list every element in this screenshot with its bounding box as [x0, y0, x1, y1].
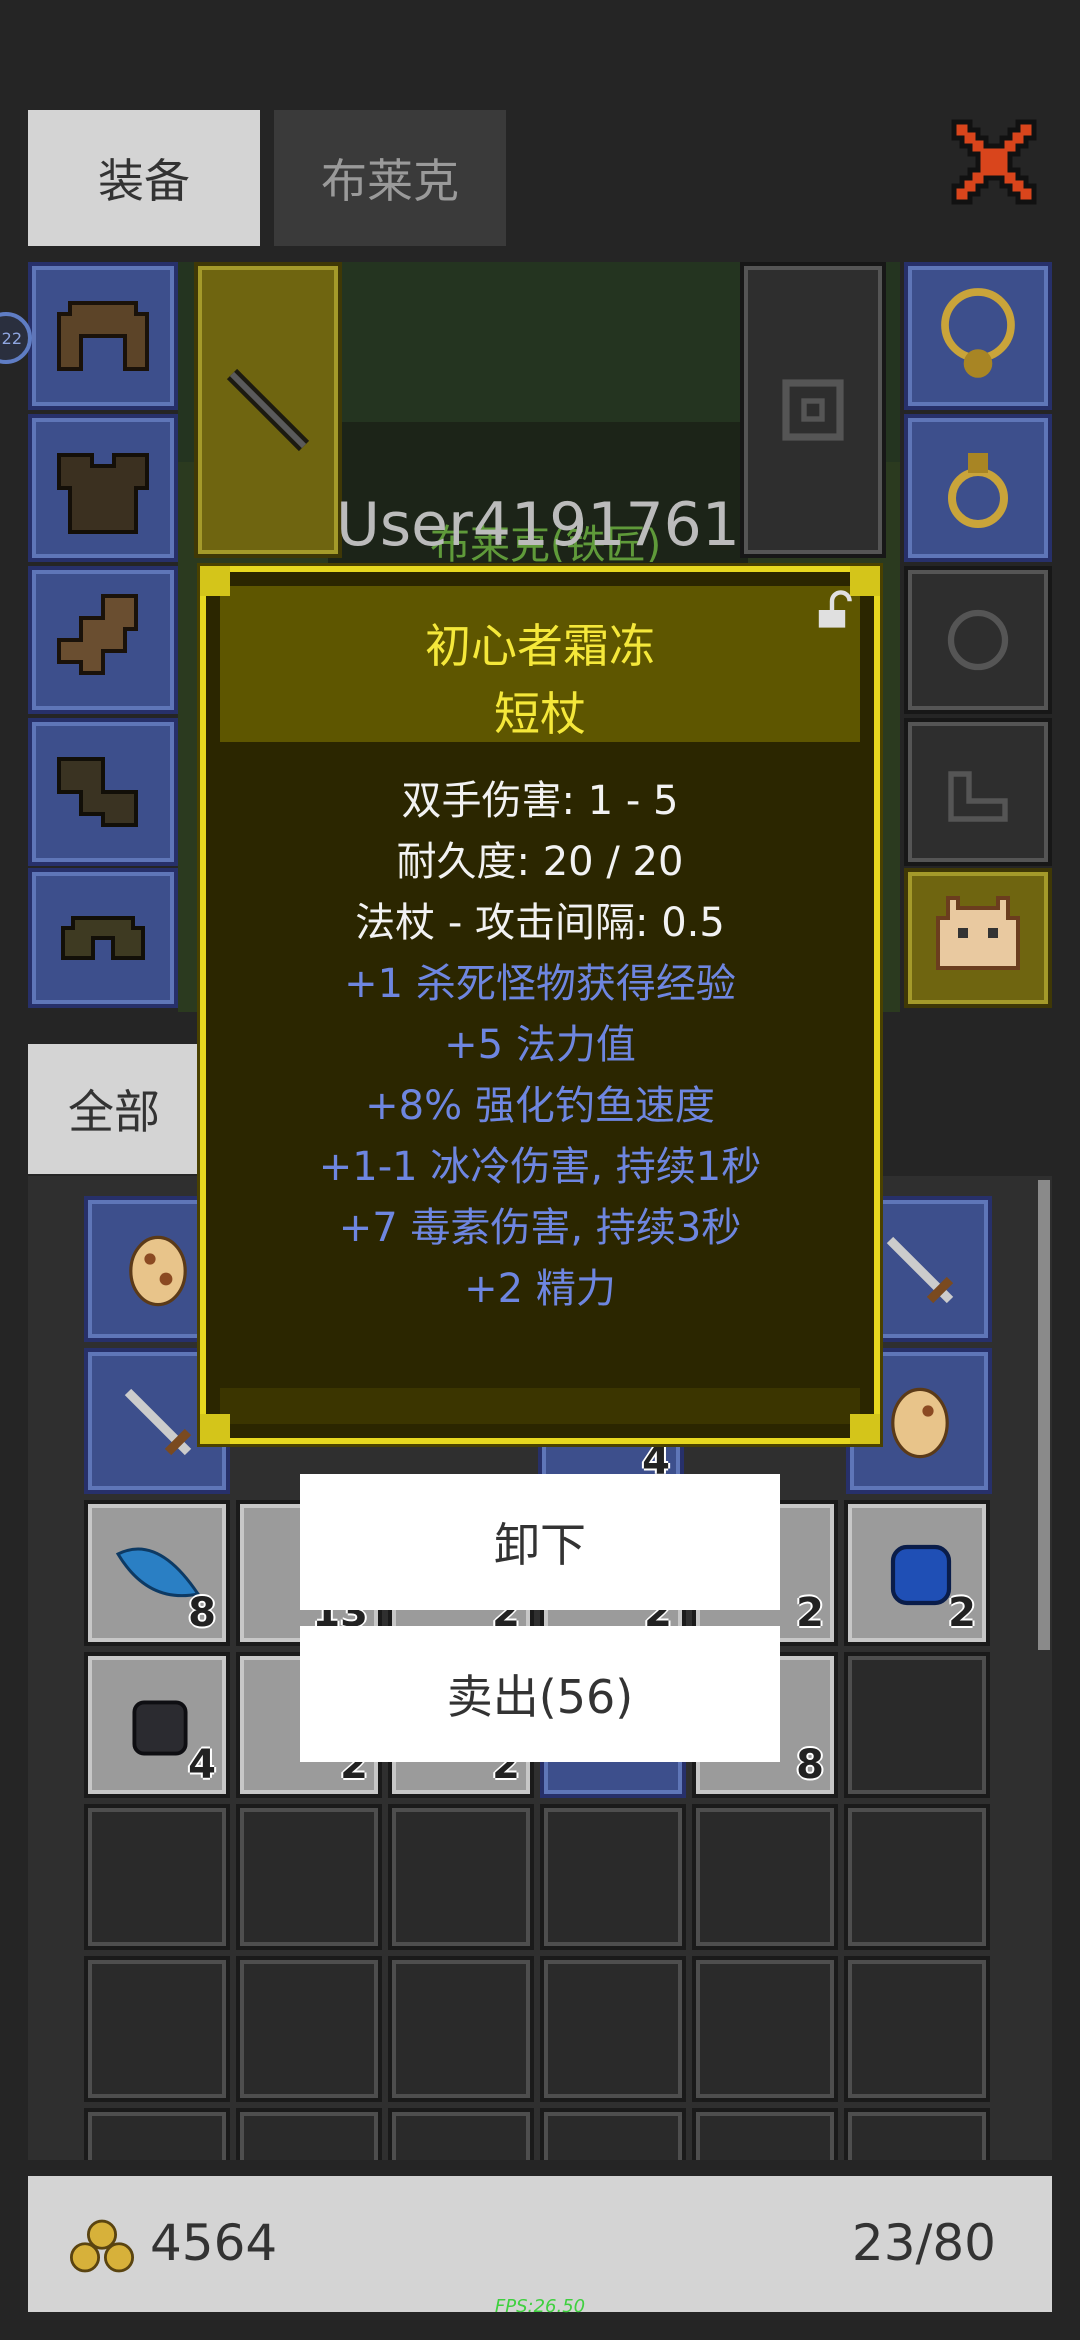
inv-slot-stone[interactable]: 4 [84, 1652, 230, 1798]
item-name: 初心者霜冻 [425, 619, 655, 673]
egg-icon [891, 1387, 949, 1459]
necklace-icon [941, 288, 1015, 378]
bonus-line: +5 法力值 [444, 1022, 636, 1068]
slot-armor[interactable] [28, 414, 178, 562]
stat-line: 法杖 - 攻击间隔: 0.5 [355, 900, 725, 946]
gold-amount: 4564 [150, 2214, 278, 2272]
tab-character[interactable]: 布莱克 [274, 110, 506, 246]
item-count: 8 [188, 1590, 216, 1636]
item-count: 8 [796, 1742, 824, 1788]
bonus-line: +8% 强化钓鱼速度 [365, 1083, 715, 1129]
inv-slot-empty[interactable] [84, 1956, 230, 2102]
inv-slot-empty[interactable] [236, 1956, 382, 2102]
slot-ring-2[interactable] [904, 566, 1052, 714]
level-badge-text: 22 [1, 328, 22, 348]
inv-slot-empty[interactable] [540, 1804, 686, 1950]
bonus-line: +7 毒素伤害, 持续3秒 [338, 1205, 742, 1251]
tooltip-footer [220, 1388, 860, 1424]
gloves-icon [56, 593, 139, 676]
slot-necklace[interactable] [904, 262, 1052, 410]
shield-placeholder-icon [782, 379, 844, 441]
sell-button[interactable]: 卖出(56) [300, 1626, 780, 1762]
ring-placeholder-icon [947, 609, 1009, 671]
close-icon [951, 119, 1037, 205]
tooltip-corner [850, 1414, 880, 1444]
inventory-capacity: 23/80 [851, 2214, 996, 2272]
bonus-line: +1 杀死怪物获得经验 [344, 961, 736, 1007]
inv-slot-empty[interactable] [692, 1804, 838, 1950]
inv-slot-empty[interactable] [84, 2108, 230, 2160]
tab-equipment[interactable]: 装备 [28, 110, 260, 246]
inv-slot-empty[interactable] [388, 1804, 534, 1950]
item-type: 短杖 [494, 687, 586, 741]
slot-pet[interactable] [904, 868, 1052, 1008]
inv-slot-empty[interactable] [236, 2108, 382, 2160]
stone-icon [132, 1700, 188, 1756]
ring-icon [948, 453, 1008, 528]
close-button[interactable] [944, 112, 1044, 212]
armor-icon [56, 452, 150, 535]
inv-slot-empty[interactable] [540, 2108, 686, 2160]
tooltip-corner [200, 566, 230, 596]
unequip-button[interactable]: 卸下 [300, 1474, 780, 1610]
sword-icon [886, 1236, 954, 1304]
item-count: 4 [188, 1742, 216, 1788]
egg-icon [129, 1235, 187, 1307]
stat-line: 耐久度: 20 / 20 [396, 839, 684, 885]
slot-boots[interactable] [28, 718, 178, 866]
mount-placeholder-icon [948, 771, 1008, 822]
helmet-icon [56, 300, 150, 372]
pants-icon [61, 916, 145, 960]
bonus-line: +2 精力 [464, 1266, 616, 1312]
tooltip-corner [200, 1414, 230, 1444]
inv-slot-empty[interactable] [844, 2108, 990, 2160]
boots-icon [56, 756, 139, 828]
stat-line: 双手伤害: 1 - 5 [401, 778, 679, 824]
inv-slot-empty[interactable] [84, 1804, 230, 1950]
inventory-scrollbar[interactable] [1038, 1180, 1050, 1650]
item-count: 2 [796, 1590, 824, 1636]
slot-pants[interactable] [28, 868, 178, 1008]
cat-icon [936, 896, 1020, 970]
inv-slot-feather[interactable]: 8 [84, 1500, 230, 1646]
player-name: User419176191 [336, 490, 736, 560]
inv-slot-empty[interactable] [844, 1956, 990, 2102]
inv-slot-blue-gem[interactable]: 2 [844, 1500, 990, 1646]
sword-icon [124, 1388, 192, 1456]
inv-slot-empty[interactable] [692, 2108, 838, 2160]
slot-weapon[interactable] [194, 262, 342, 558]
slot-helmet[interactable] [28, 262, 178, 410]
inv-slot-empty[interactable] [540, 1956, 686, 2102]
gold-coins-icon [69, 2219, 135, 2273]
slot-ring[interactable] [904, 414, 1052, 562]
tab-filter-all[interactable]: 全部 [28, 1044, 200, 1174]
item-tooltip: 初心者霜冻 短杖 双手伤害: 1 - 5 耐久度: 20 / 20 法杖 - 攻… [197, 563, 883, 1447]
inv-slot-empty[interactable] [692, 1956, 838, 2102]
slot-mount[interactable] [904, 718, 1052, 866]
item-count: 2 [948, 1590, 976, 1636]
inv-slot-empty[interactable] [388, 1956, 534, 2102]
inv-slot-empty[interactable] [236, 1804, 382, 1950]
staff-icon [226, 368, 310, 452]
bonus-line: +1-1 冰冷伤害, 持续1秒 [318, 1144, 762, 1190]
footer-bar: 4564 23/80 [28, 2176, 1052, 2312]
fps-counter: FPS:26.50 [494, 2296, 586, 2317]
inv-slot-empty[interactable] [844, 1804, 990, 1950]
inv-slot-empty[interactable] [844, 1652, 990, 1798]
inv-slot-empty[interactable] [388, 2108, 534, 2160]
slot-gloves[interactable] [28, 566, 178, 714]
blue-gem-icon [890, 1544, 952, 1606]
tooltip-corner [850, 566, 880, 596]
